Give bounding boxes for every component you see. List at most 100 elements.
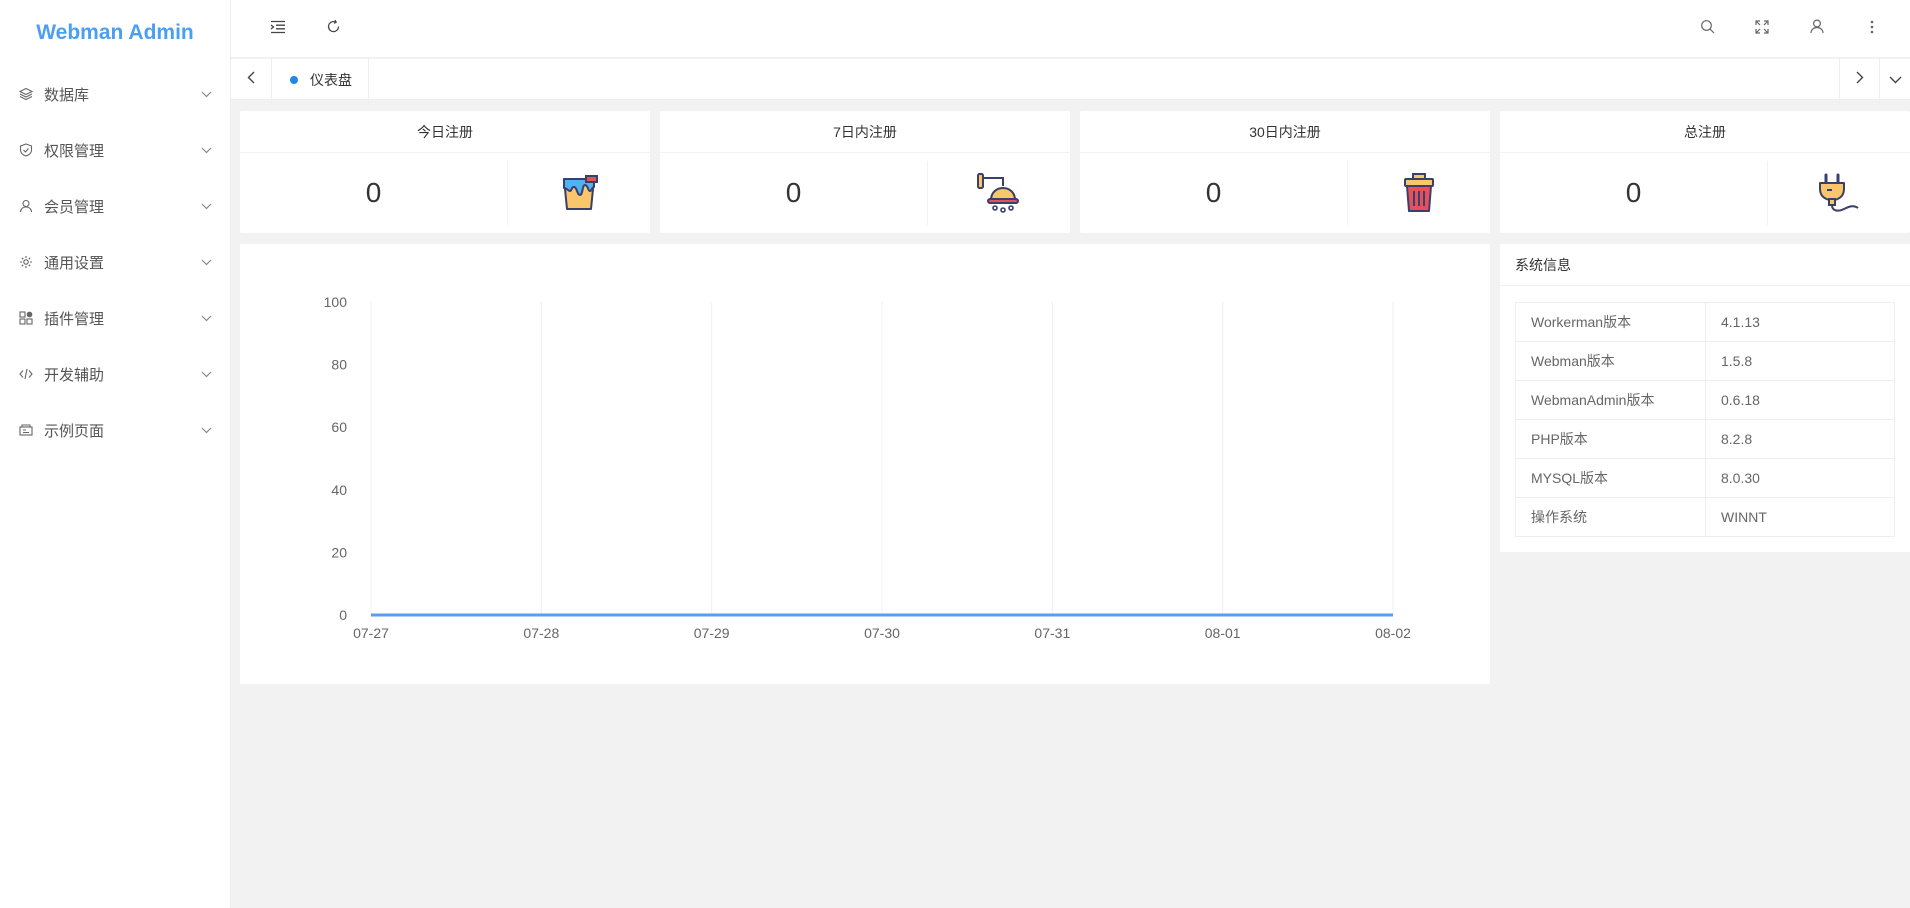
stat-title: 30日内注册 <box>1080 111 1490 153</box>
app-logo[interactable]: Webman Admin <box>0 0 230 66</box>
stat-card-total: 总注册 0 <box>1500 111 1910 233</box>
plugin-icon <box>18 310 34 326</box>
table-row: 操作系统 WINNT <box>1515 497 1895 537</box>
tabs-bar: 仪表盘 <box>231 59 1910 100</box>
info-label: Webman版本 <box>1515 341 1706 381</box>
stat-value: 0 <box>660 161 928 225</box>
chevron-down-icon <box>200 368 212 380</box>
sidebar-item-label: 通用设置 <box>44 254 105 272</box>
stat-value: 0 <box>1500 161 1768 225</box>
sidebar-item-label: 权限管理 <box>44 142 105 160</box>
stat-title: 总注册 <box>1500 111 1910 153</box>
info-value: 0.6.18 <box>1705 380 1895 420</box>
search-button[interactable] <box>1695 17 1719 41</box>
stat-card-30days: 30日内注册 0 <box>1080 111 1490 233</box>
sidebar-item-label: 示例页面 <box>44 422 105 440</box>
refresh-icon <box>326 19 341 39</box>
info-label: WebmanAdmin版本 <box>1515 380 1706 420</box>
table-row: MYSQL版本 8.0.30 <box>1515 458 1895 498</box>
tabs-prev-button[interactable] <box>231 59 271 100</box>
tabs-dropdown-button[interactable] <box>1879 59 1910 100</box>
paint-bucket-icon <box>508 153 650 233</box>
chevron-down-icon <box>1889 71 1902 89</box>
table-row: WebmanAdmin版本 0.6.18 <box>1515 380 1895 420</box>
sidebar-item-label: 数据库 <box>44 86 90 104</box>
system-info-title: 系统信息 <box>1500 244 1910 286</box>
chevron-down-icon <box>200 424 212 436</box>
fullscreen-icon <box>1755 19 1769 39</box>
chevron-down-icon <box>200 144 212 156</box>
info-label: Workerman版本 <box>1515 302 1706 342</box>
table-row: Workerman版本 4.1.13 <box>1515 302 1895 342</box>
more-button[interactable] <box>1860 17 1884 41</box>
tabs-next-button[interactable] <box>1839 59 1879 100</box>
stat-title: 今日注册 <box>240 111 650 153</box>
more-icon <box>1870 20 1874 39</box>
top-header <box>231 0 1910 58</box>
y-tick-label: 100 <box>324 294 348 310</box>
chevron-down-icon <box>200 312 212 324</box>
y-tick-label: 20 <box>331 544 347 560</box>
stat-card-today: 今日注册 0 <box>240 111 650 233</box>
y-tick-label: 60 <box>331 419 347 435</box>
sidebar-item-members[interactable]: 会员管理 <box>0 178 230 234</box>
info-label: PHP版本 <box>1515 419 1706 459</box>
info-value: WINNT <box>1705 497 1895 537</box>
registration-chart-card: 0 20 40 60 80 100 07-27 07-28 07-29 07-30 07-31 08-… <box>240 244 1490 684</box>
gear-icon <box>18 254 34 270</box>
table-row: Webman版本 1.5.8 <box>1515 341 1895 381</box>
info-value: 8.0.30 <box>1705 458 1895 498</box>
sidebar-item-dev-tools[interactable]: 开发辅助 <box>0 346 230 402</box>
info-label: 操作系统 <box>1515 497 1706 537</box>
x-tick-label: 07-30 <box>864 625 900 641</box>
registration-line-chart: 0 20 40 60 80 100 07-27 07-28 07-29 07-30 07-31 08-… <box>324 294 1411 641</box>
fullscreen-button[interactable] <box>1750 17 1774 41</box>
sidebar-item-label: 插件管理 <box>44 310 105 328</box>
sidebar-item-settings[interactable]: 通用设置 <box>0 234 230 290</box>
x-tick-label: 08-01 <box>1205 625 1241 641</box>
x-tick-label: 08-02 <box>1375 625 1411 641</box>
refresh-button[interactable] <box>321 17 345 41</box>
sidebar-item-permissions[interactable]: 权限管理 <box>0 122 230 178</box>
tab-dashboard[interactable]: 仪表盘 <box>271 59 369 100</box>
shower-icon <box>928 153 1070 233</box>
chevron-left-icon <box>247 71 255 89</box>
chevron-right-icon <box>1856 71 1864 89</box>
stat-value: 0 <box>240 161 508 225</box>
sidebar-item-label: 开发辅助 <box>44 366 105 384</box>
y-tick-label: 80 <box>331 357 347 373</box>
chevron-down-icon <box>200 88 212 100</box>
stat-value: 0 <box>1080 161 1348 225</box>
x-tick-label: 07-31 <box>1034 625 1070 641</box>
stat-card-7days: 7日内注册 0 <box>660 111 1070 233</box>
y-tick-label: 40 <box>331 482 347 498</box>
sidebar-item-examples[interactable]: 示例页面 <box>0 402 230 458</box>
user-icon <box>1810 19 1824 39</box>
x-tick-label: 07-27 <box>353 625 389 641</box>
power-plug-icon <box>1768 153 1910 233</box>
code-icon <box>18 366 34 382</box>
table-row: PHP版本 8.2.8 <box>1515 419 1895 459</box>
trash-can-icon <box>1348 153 1490 233</box>
system-info-card: 系统信息 Workerman版本 4.1.13 Webman版本 1.5.8 W… <box>1500 244 1910 552</box>
x-tick-label: 07-28 <box>523 625 559 641</box>
x-tick-label: 07-29 <box>694 625 730 641</box>
layers-icon <box>18 86 34 102</box>
user-menu-button[interactable] <box>1805 17 1829 41</box>
chevron-down-icon <box>200 200 212 212</box>
tab-label: 仪表盘 <box>310 71 352 88</box>
menu-fold-icon <box>270 20 286 39</box>
chevron-down-icon <box>200 256 212 268</box>
user-icon <box>18 198 34 214</box>
active-tab-dot <box>290 75 298 84</box>
info-value: 1.5.8 <box>1705 341 1895 381</box>
template-icon <box>18 422 34 438</box>
sidebar: Webman Admin 数据库 权限管理 会员管理 通用设置 插件管理 开发辅… <box>0 0 231 908</box>
shield-icon <box>18 142 34 158</box>
menu-fold-button[interactable] <box>266 17 290 41</box>
sidebar-item-database[interactable]: 数据库 <box>0 66 230 122</box>
sidebar-item-label: 会员管理 <box>44 198 105 216</box>
sidebar-item-plugins[interactable]: 插件管理 <box>0 290 230 346</box>
y-tick-label: 0 <box>339 607 347 623</box>
info-label: MYSQL版本 <box>1515 458 1706 498</box>
